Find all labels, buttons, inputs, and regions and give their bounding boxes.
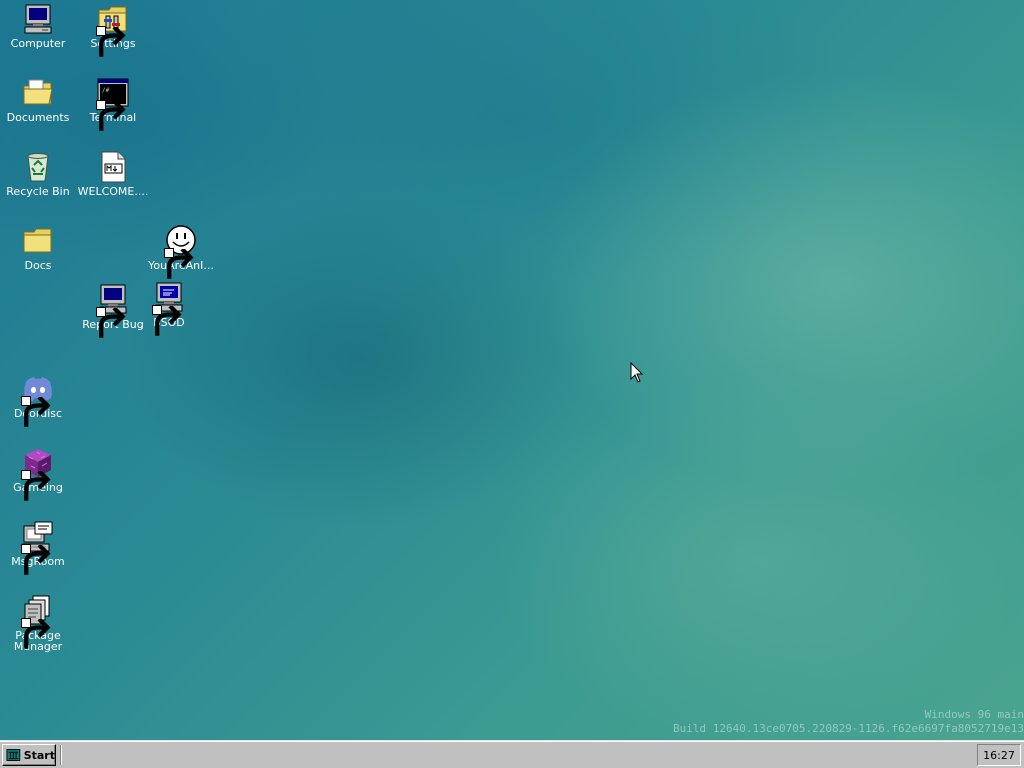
desktop-icon-label: WELCOME.... — [77, 185, 149, 198]
desktop-icon-settings[interactable]: Settings — [76, 2, 150, 57]
watermark-line-2: Build 12640.13ce0705.220829-1126.f62e669… — [673, 722, 1024, 735]
desktop-icon-doordisc[interactable]: Doordisc — [1, 372, 75, 427]
shortcut-arrow-icon — [96, 100, 126, 131]
desktop-icon-welcome[interactable]: WELCOME.... — [76, 150, 150, 197]
taskbar-separator — [60, 745, 62, 765]
shortcut-arrow-icon — [21, 396, 51, 427]
desktop-icon-label: Documents — [6, 111, 70, 124]
desktop-icon-docs[interactable]: Docs — [1, 224, 75, 271]
desktop-icon-terminal[interactable]: /# Terminal — [76, 76, 150, 131]
desktop: Computer Documents Recycle Bin Docs Door… — [0, 0, 1024, 740]
shortcut-arrow-icon — [164, 248, 194, 279]
svg-text:/#: /# — [102, 87, 110, 94]
computer-icon — [24, 4, 52, 34]
start-label: Start — [23, 748, 55, 762]
desktop-icon-msgroom[interactable]: MsgRoom — [1, 520, 75, 575]
desktop-icon-gameing[interactable]: Gameing — [1, 446, 75, 501]
documents-folder-icon — [23, 79, 53, 105]
folder-icon — [23, 228, 52, 253]
shortcut-arrow-icon — [96, 307, 126, 338]
desktop-icon-label: Docs — [24, 259, 52, 272]
watermark-line-1: Windows 96 main — [924, 708, 1024, 721]
markdown-file-icon — [101, 151, 126, 183]
desktop-icon-label: Computer — [10, 37, 66, 50]
recycle-bin-icon — [27, 153, 49, 182]
desktop-icon-computer[interactable]: Computer — [1, 2, 75, 49]
shortcut-arrow-icon — [21, 618, 51, 649]
desktop-icon-package-manager[interactable]: Package Manager — [1, 594, 75, 652]
desktop-icon-documents[interactable]: Documents — [1, 76, 75, 123]
shortcut-arrow-icon — [21, 544, 51, 575]
shortcut-arrow-icon — [21, 470, 51, 501]
mouse-cursor-icon — [630, 362, 644, 383]
desktop-icon-youareani[interactable]: YouAreAnI... — [144, 224, 218, 279]
build-watermark: Windows 96 main Build 12640.13ce0705.220… — [673, 708, 1024, 736]
taskbar: Start 16:27 — [0, 740, 1024, 768]
clock: 16:27 — [983, 748, 1015, 762]
start-logo-icon — [6, 749, 21, 761]
shortcut-arrow-icon — [96, 26, 126, 57]
desktop-icon-label: Recycle Bin — [6, 185, 70, 198]
desktop-icon-bsod[interactable]: BSOD — [132, 281, 206, 336]
shortcut-arrow-icon — [152, 305, 182, 336]
desktop-icon-recycle-bin[interactable]: Recycle Bin — [1, 150, 75, 197]
start-button[interactable]: Start — [2, 744, 56, 766]
system-tray[interactable]: 16:27 — [977, 744, 1021, 766]
